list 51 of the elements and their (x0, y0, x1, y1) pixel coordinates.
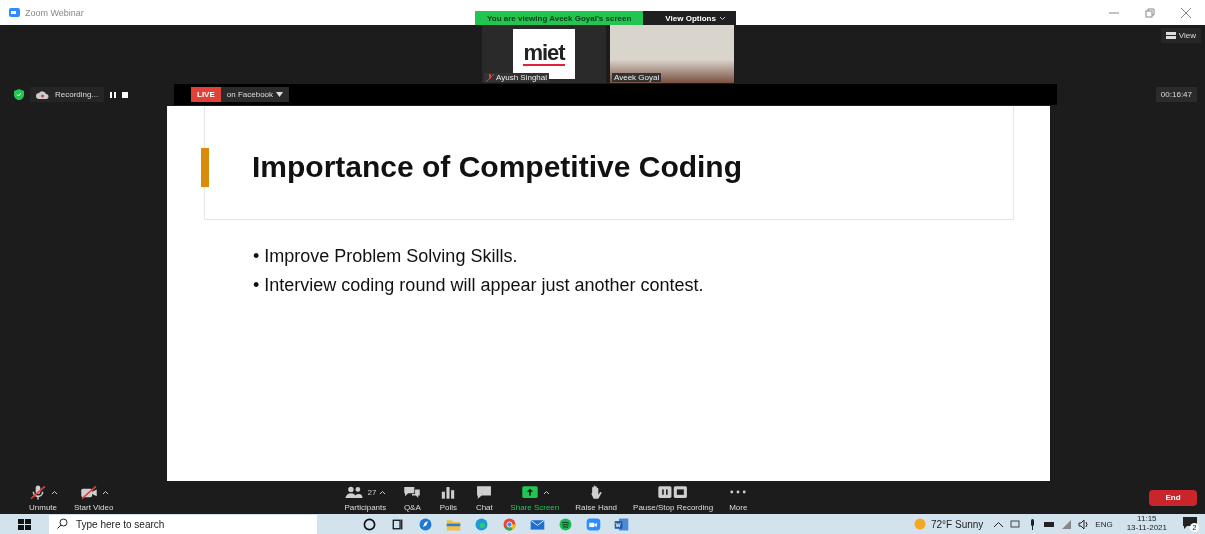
toolbar-button[interactable]: Raise Hand (567, 483, 626, 512)
toolbar-button[interactable]: Pause/Stop Recording (625, 483, 722, 512)
clock[interactable]: 11:15 13-11-2021 (1126, 515, 1167, 533)
shield-icon[interactable] (14, 89, 24, 100)
speaker-icon[interactable] (1078, 518, 1090, 530)
view-options-button[interactable]: View Options (643, 11, 736, 25)
timer: 00:16:47 (1155, 87, 1197, 102)
wifi-icon[interactable] (1061, 518, 1073, 530)
caret-icon[interactable] (51, 489, 58, 495)
sun-icon (913, 518, 926, 530)
caret-icon[interactable] (101, 489, 109, 495)
participant-name: Aveek Goyal (614, 73, 660, 82)
windows-logo-icon[interactable] (18, 518, 31, 530)
bullet-point: • Interview coding round will appear just another contest. (253, 275, 705, 296)
toolbar-button[interactable]: Polls (430, 483, 467, 512)
toolbar-button[interactable]: More (721, 483, 756, 512)
end-button[interactable]: End (1149, 489, 1197, 506)
dropdown-arrow-icon (276, 92, 284, 97)
stop-icon[interactable] (122, 91, 129, 98)
caret-icon[interactable] (379, 489, 387, 495)
live-button[interactable]: LIVE (191, 87, 221, 102)
accent-bar (201, 148, 209, 187)
view-button[interactable]: View (1160, 28, 1201, 43)
toolbar-button[interactable]: Start Video (66, 483, 122, 512)
toolbar-button[interactable]: 27 Participants (336, 483, 395, 512)
bullet-point: • Improve Problem Solving Skills. (253, 246, 519, 267)
video-camera-icon (9, 8, 20, 17)
window-title: Zoom Webinar (25, 7, 84, 18)
chevron-down-icon[interactable] (718, 15, 726, 21)
viewing-banner: You are viewing Aveek Goyal's screen (475, 11, 644, 25)
share-screen-button[interactable]: Share Screen (502, 483, 568, 512)
caret-icon[interactable] (542, 489, 550, 495)
slide-title: Importance of Competitive Coding (252, 149, 743, 184)
share-screen-icon (519, 483, 540, 501)
participant-count: 27 (367, 487, 377, 497)
participant-name: Ayush Singhal (496, 73, 547, 82)
live-target-dropdown[interactable]: on Facebook (220, 87, 290, 102)
monitor-icon[interactable] (1010, 518, 1022, 530)
toolbar-button[interactable]: Unmute (20, 483, 66, 512)
toolbar-button[interactable]: Chat (466, 483, 503, 512)
weather-text[interactable]: 72°F Sunny (930, 518, 984, 530)
toolbar-button[interactable]: Q&A (394, 483, 431, 512)
logo: miet (523, 42, 565, 66)
pause-icon[interactable] (110, 91, 117, 98)
language-indicator[interactable]: ENG (1095, 519, 1113, 529)
more-icon (730, 489, 747, 494)
recording-label: Recording... (55, 90, 99, 99)
grid-icon (1165, 32, 1176, 39)
close-icon[interactable] (1181, 7, 1191, 18)
search-field[interactable]: Type here to search (49, 514, 317, 534)
cloud-icon (36, 90, 49, 99)
